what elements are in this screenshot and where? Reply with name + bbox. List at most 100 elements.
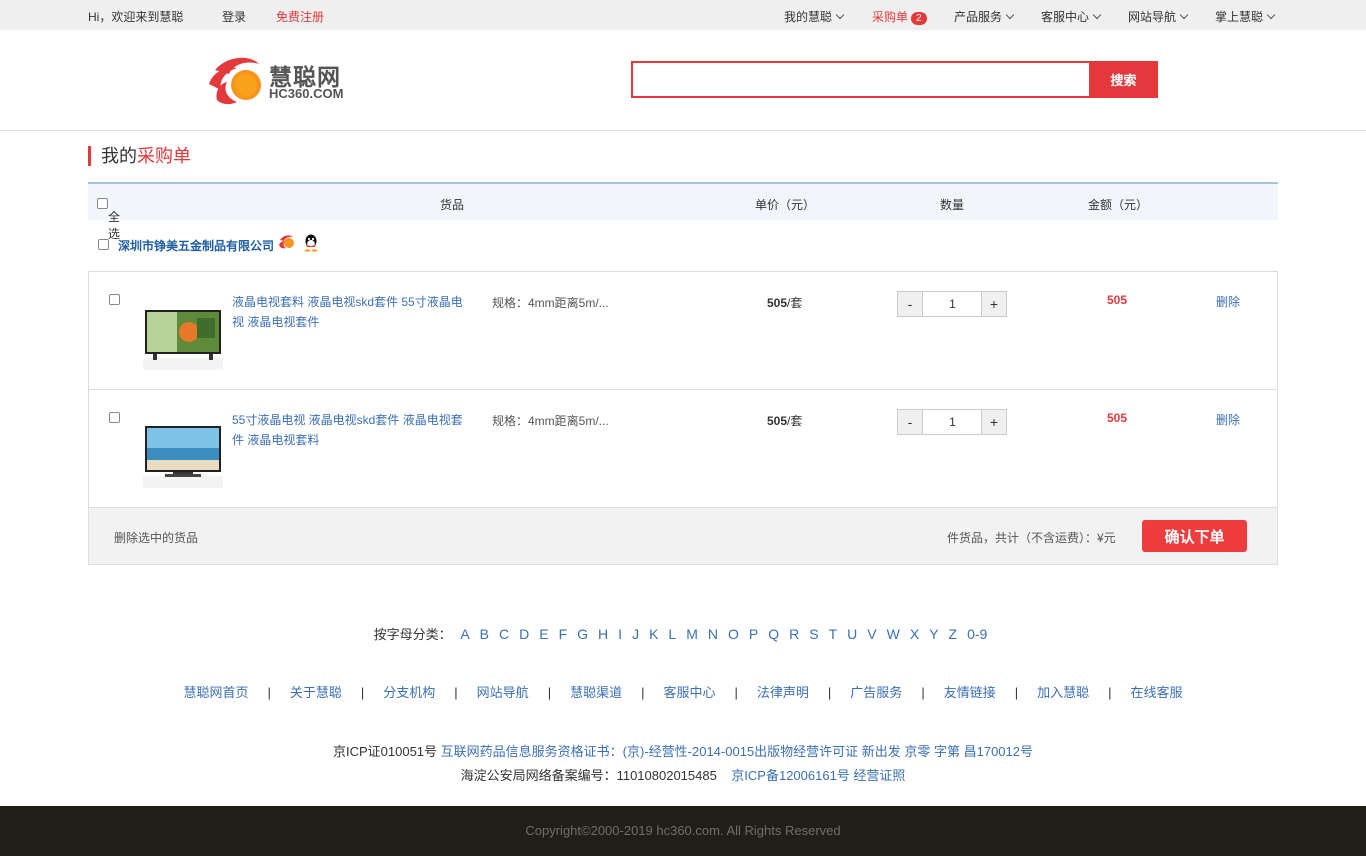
- alphabet-letter-link[interactable]: Q: [768, 626, 779, 642]
- register-link[interactable]: 免费注册: [276, 8, 324, 25]
- footer-separator: |: [921, 685, 925, 700]
- products-menu[interactable]: 产品服务: [954, 8, 1015, 25]
- alphabet-letter-link[interactable]: Y: [929, 626, 938, 642]
- icp-record-link[interactable]: 京ICP备12006161号 经营证照: [731, 768, 905, 783]
- item-checkbox[interactable]: [109, 412, 120, 423]
- product-title-link[interactable]: 55寸液晶电视 液晶电视skd套件 液晶电视套件 液晶电视套料: [232, 410, 464, 450]
- logo-subtext: HC360.COM: [269, 86, 344, 101]
- alphabet-letter-link[interactable]: R: [789, 626, 799, 642]
- chevron-down-icon: [1179, 10, 1189, 20]
- top-bar: Hi，欢迎来到慧聪 登录 免费注册 我的慧聪 采购单 2 产品服务 客服中心 网站…: [0, 0, 1366, 30]
- quantity-increase-button[interactable]: +: [981, 292, 1006, 316]
- footer-separator: |: [1014, 685, 1019, 700]
- site-nav-menu[interactable]: 网站导航: [1128, 8, 1189, 25]
- service-menu[interactable]: 客服中心: [1041, 8, 1102, 25]
- unit-price: 505/套: [767, 294, 802, 311]
- chevron-down-icon: [1092, 10, 1102, 20]
- delete-selected-link[interactable]: 删除选中的货品: [114, 529, 198, 546]
- footer-link[interactable]: 加入慧聪: [1037, 685, 1089, 700]
- alphabet-letter-link[interactable]: L: [668, 626, 676, 642]
- login-link[interactable]: 登录: [222, 8, 246, 25]
- search-input[interactable]: [631, 61, 1089, 98]
- alphabet-letter-link[interactable]: 0-9: [967, 626, 987, 642]
- copyright-text: Copyright©2000-2019 hc360.com. All Right…: [525, 823, 841, 838]
- unit-price: 505/套: [767, 412, 802, 429]
- search-button[interactable]: 搜索: [1089, 61, 1158, 98]
- product-thumbnail[interactable]: [143, 300, 223, 370]
- mobile-menu[interactable]: 掌上慧聪: [1215, 8, 1276, 25]
- alphabet-letter-link[interactable]: H: [598, 626, 608, 642]
- product-title-link[interactable]: 液晶电视套料 液晶电视skd套件 55寸液晶电视 液晶电视套件: [232, 292, 464, 332]
- alphabet-letter-link[interactable]: U: [847, 626, 857, 642]
- alphabet-label: 按字母分类：: [373, 627, 452, 642]
- footer-separator: |: [734, 685, 738, 700]
- footer-link[interactable]: 慧聪渠道: [570, 685, 622, 700]
- alphabet-letter-link[interactable]: G: [577, 626, 588, 642]
- confirm-order-button[interactable]: 确认下单: [1142, 520, 1247, 552]
- delete-item-link[interactable]: 删除: [1216, 411, 1240, 428]
- alphabet-letter-link[interactable]: N: [708, 626, 718, 642]
- alphabet-letter-link[interactable]: A: [460, 626, 469, 642]
- footer-link[interactable]: 网站导航: [477, 685, 529, 700]
- order-total: 件货品，共计（不含运费）：¥元: [947, 531, 1116, 545]
- shop-name-link[interactable]: 深圳市铮美五金制品有限公司: [118, 237, 274, 254]
- quantity-decrease-button[interactable]: -: [898, 292, 923, 316]
- item-amount: 505: [1107, 293, 1128, 307]
- product-thumbnail[interactable]: [143, 418, 223, 488]
- footer-separator: |: [1108, 685, 1112, 700]
- alphabet-letter-link[interactable]: B: [480, 626, 489, 642]
- footer-links: 慧聪网首页 | 关于慧聪 | 分支机构 | 网站导航 | 慧聪渠道 | 客服中心 | 法律声明 | 广告服务…: [0, 682, 1366, 701]
- item-checkbox[interactable]: [109, 294, 120, 305]
- alphabet-letter-link[interactable]: D: [519, 626, 529, 642]
- alphabet-letter-link[interactable]: M: [686, 626, 698, 642]
- footer-separator: |: [454, 685, 458, 700]
- alphabet-letter-link[interactable]: T: [829, 626, 838, 642]
- footer-link[interactable]: 广告服务: [850, 685, 902, 700]
- delete-item-link[interactable]: 删除: [1216, 293, 1240, 310]
- alphabet-letter-link[interactable]: F: [559, 626, 568, 642]
- alphabet-letter-link[interactable]: J: [632, 626, 639, 642]
- header: 慧聪网 HC360.COM 搜索: [0, 30, 1366, 131]
- col-goods-header: 货品: [440, 198, 465, 212]
- footer-link[interactable]: 客服中心: [663, 685, 715, 700]
- alphabet-letter-link[interactable]: O: [728, 626, 739, 642]
- cart-items: 液晶电视套料 液晶电视skd套件 55寸液晶电视 液晶电视套件 规格：4mm距离…: [88, 271, 1278, 565]
- greeting-text: Hi，欢迎来到慧聪: [88, 10, 184, 24]
- col-amount-header: 金额（元）: [1088, 198, 1149, 212]
- unit-price-unit: /套: [787, 296, 803, 310]
- icp-cert-link[interactable]: 互联网药品信息服务资格证书：(京)-经营性-2014-0015出版物经营许可证 …: [441, 744, 1033, 759]
- page-title: 我的采购单: [88, 146, 191, 166]
- footer-link[interactable]: 分支机构: [383, 685, 435, 700]
- icp-license: 京ICP证010051号: [332, 744, 438, 759]
- alphabet-letter-link[interactable]: V: [867, 626, 876, 642]
- shop-checkbox[interactable]: [98, 239, 109, 250]
- alphabet-letter-link[interactable]: W: [887, 626, 900, 642]
- select-all[interactable]: 全选: [97, 196, 120, 241]
- alphabet-letter-link[interactable]: C: [499, 626, 509, 642]
- alphabet-letter-link[interactable]: P: [749, 626, 758, 642]
- quantity-input[interactable]: 1: [924, 292, 981, 316]
- product-spec: 规格：4mm距离5m/...: [492, 296, 609, 310]
- purchase-list-link[interactable]: 采购单 2: [872, 8, 927, 25]
- police-record: 海淀公安局网络备案编号：11010802015485: [460, 768, 717, 783]
- my-hc-menu[interactable]: 我的慧聪: [784, 8, 845, 25]
- footer-link[interactable]: 在线客服: [1131, 685, 1183, 700]
- footer-link[interactable]: 慧聪网首页: [183, 685, 248, 700]
- select-all-checkbox[interactable]: [97, 198, 108, 210]
- alphabet-letter-link[interactable]: I: [618, 626, 622, 642]
- alphabet-letter-link[interactable]: E: [539, 626, 548, 642]
- alphabet-letter-link[interactable]: Z: [949, 626, 958, 642]
- alphabet-letter-link[interactable]: S: [809, 626, 818, 642]
- quantity-increase-button[interactable]: +: [981, 410, 1006, 434]
- alphabet-letter-link[interactable]: K: [649, 626, 658, 642]
- alphabet-letter-link[interactable]: X: [910, 626, 919, 642]
- quantity-input[interactable]: 1: [924, 410, 981, 434]
- footer-link[interactable]: 法律声明: [757, 685, 809, 700]
- quantity-decrease-button[interactable]: -: [898, 410, 923, 434]
- footer-link[interactable]: 关于慧聪: [290, 685, 342, 700]
- copyright-bar: Copyright©2000-2019 hc360.com. All Right…: [0, 806, 1366, 856]
- qq-chat-icon[interactable]: [303, 234, 319, 252]
- footer-link[interactable]: 友情链接: [944, 685, 996, 700]
- site-logo[interactable]: 慧聪网 HC360.COM: [207, 54, 357, 110]
- shop-badge-icon: [279, 235, 294, 249]
